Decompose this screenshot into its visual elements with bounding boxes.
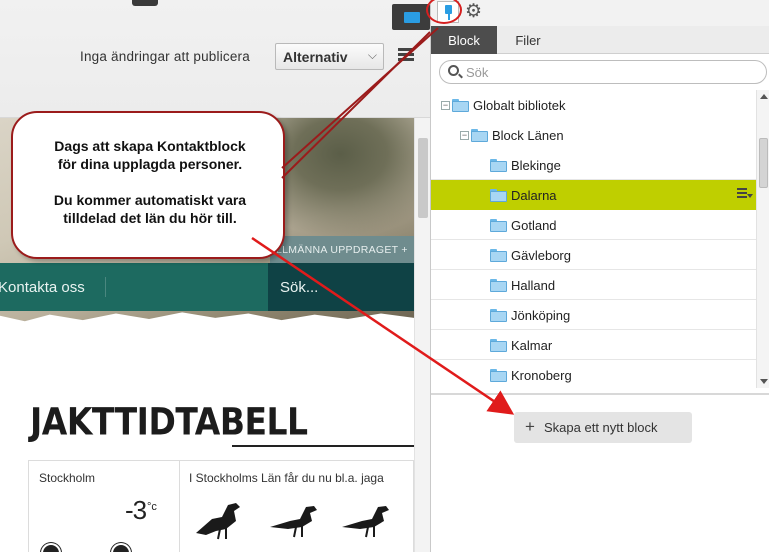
tab-block[interactable]: Block <box>431 26 497 54</box>
tree-divider <box>431 393 769 395</box>
mission-link[interactable]: LLMÄNNA UPPDRAGET + <box>270 236 414 264</box>
sun-icon <box>113 545 129 552</box>
panel-toolbar: ⚙ <box>392 0 769 30</box>
tutorial-callout: Dags att skapa Kontaktblock för dina upp… <box>11 111 285 259</box>
folder-icon <box>490 338 507 352</box>
folder-icon <box>490 218 507 232</box>
scroll-down-icon[interactable] <box>760 379 768 384</box>
nav-item-contact[interactable]: Kontakta oss <box>0 279 85 296</box>
scrollbar-thumb[interactable] <box>418 138 428 218</box>
tree-item-label: Block Länen <box>492 127 564 143</box>
callout-line: Du kommer automatiskt vara <box>53 192 247 208</box>
weather-card: Stockholm -3 °c <box>28 460 180 552</box>
tree-item-label: Gotland <box>511 217 557 233</box>
tree-item-label: Halland <box>511 277 556 293</box>
hunting-info-text: I Stockholms Län får du nu bl.a. jaga <box>189 471 384 485</box>
assets-panel: ⚙ Block Filer − Globalt bibliotek − <box>392 0 769 552</box>
collapse-toggle[interactable]: − <box>460 130 469 140</box>
weather-temperature: -3 <box>125 495 147 525</box>
tree-item-jonkoping[interactable]: Jönköping <box>431 300 756 330</box>
callout-line: tilldelad det län du hör till. <box>63 210 237 226</box>
folder-icon <box>490 278 507 292</box>
callout-line: Dags att skapa Kontaktblock <box>54 138 246 154</box>
folder-icon[interactable] <box>392 4 430 30</box>
search-input[interactable] <box>466 64 756 80</box>
tree-item-gotland[interactable]: Gotland <box>431 210 756 240</box>
tree-item-blekinge[interactable]: Blekinge <box>431 150 756 180</box>
search-field[interactable] <box>439 60 767 84</box>
scrollbar-thumb[interactable] <box>759 138 768 188</box>
folder-icon <box>490 308 507 322</box>
tab-files[interactable]: Filer <box>497 26 559 54</box>
options-dropdown[interactable]: Alternativ ⌵ <box>275 43 384 70</box>
context-menu-icon[interactable] <box>737 188 753 202</box>
tree-item-global-library[interactable]: − Globalt bibliotek <box>431 90 756 120</box>
folder-icon <box>452 98 469 112</box>
tree-item-label: Gävleborg <box>511 247 571 263</box>
folder-icon <box>490 248 507 262</box>
scroll-up-icon[interactable] <box>760 94 768 99</box>
create-block-label: Skapa ett nytt block <box>544 420 658 435</box>
callout-line: för dina upplagda personer. <box>57 156 243 172</box>
chevron-down-icon: ⌵ <box>367 48 377 62</box>
tree-item-label: Blekinge <box>511 157 561 173</box>
create-block-button[interactable]: + Skapa ett nytt block <box>514 412 692 443</box>
folder-icon <box>471 128 488 142</box>
panel-tabs: Block Filer <box>431 26 769 54</box>
title-underline <box>232 445 414 447</box>
options-label: Alternativ <box>283 49 348 65</box>
hunting-info-card: I Stockholms Län får du nu bl.a. jaga <box>179 460 414 552</box>
jackdaw-icon <box>270 506 317 538</box>
tree-item-kronoberg[interactable]: Kronoberg <box>431 360 756 388</box>
tree-item-label: Kronoberg <box>511 367 572 383</box>
weather-unit: °c <box>147 501 157 513</box>
tree-item-gavleborg[interactable]: Gävleborg <box>431 240 756 270</box>
folder-icon <box>490 188 507 202</box>
collapse-toggle[interactable]: − <box>441 100 450 110</box>
preview-scrollbar[interactable] <box>414 118 430 552</box>
weather-city: Stockholm <box>39 471 96 485</box>
tree-item-label: Globalt bibliotek <box>473 97 566 113</box>
gear-icon[interactable]: ⚙ <box>465 1 482 23</box>
nav-search-input[interactable]: Sök... <box>280 279 318 296</box>
tree-item-block-lanen[interactable]: − Block Länen <box>431 120 756 150</box>
site-navigation: Kontakta oss Sök... <box>0 263 414 311</box>
folder-icon <box>490 368 507 382</box>
tree-item-label: Dalarna <box>511 187 557 203</box>
tree-item-kalmar[interactable]: Kalmar <box>431 330 756 360</box>
gull-icon <box>342 506 389 538</box>
list-view-icon[interactable] <box>398 48 414 62</box>
folder-icon <box>490 158 507 172</box>
editor-area: Inga ändringar att publicera Alternativ … <box>0 0 430 552</box>
tree-item-label: Kalmar <box>511 337 553 353</box>
tree-item-label: Jönköping <box>511 307 571 323</box>
nav-divider <box>105 277 106 297</box>
toolbar-notch <box>132 0 158 6</box>
tree-scrollbar[interactable] <box>756 90 769 388</box>
editor-toolbar: Inga ändringar att publicera Alternativ … <box>0 0 430 118</box>
plus-icon: + <box>525 417 535 436</box>
block-tree: − Globalt bibliotek − Block Länen Blekin… <box>431 90 756 388</box>
sun-icon <box>43 545 59 552</box>
tree-item-dalarna[interactable]: Dalarna <box>431 180 756 210</box>
publish-status: Inga ändringar att publicera <box>80 49 250 64</box>
crow-icon <box>196 503 240 540</box>
page-title: JAKTTIDTABELL <box>30 400 308 444</box>
screen: Inga ändringar att publicera Alternativ … <box>0 0 769 552</box>
tree-item-halland[interactable]: Halland <box>431 270 756 300</box>
